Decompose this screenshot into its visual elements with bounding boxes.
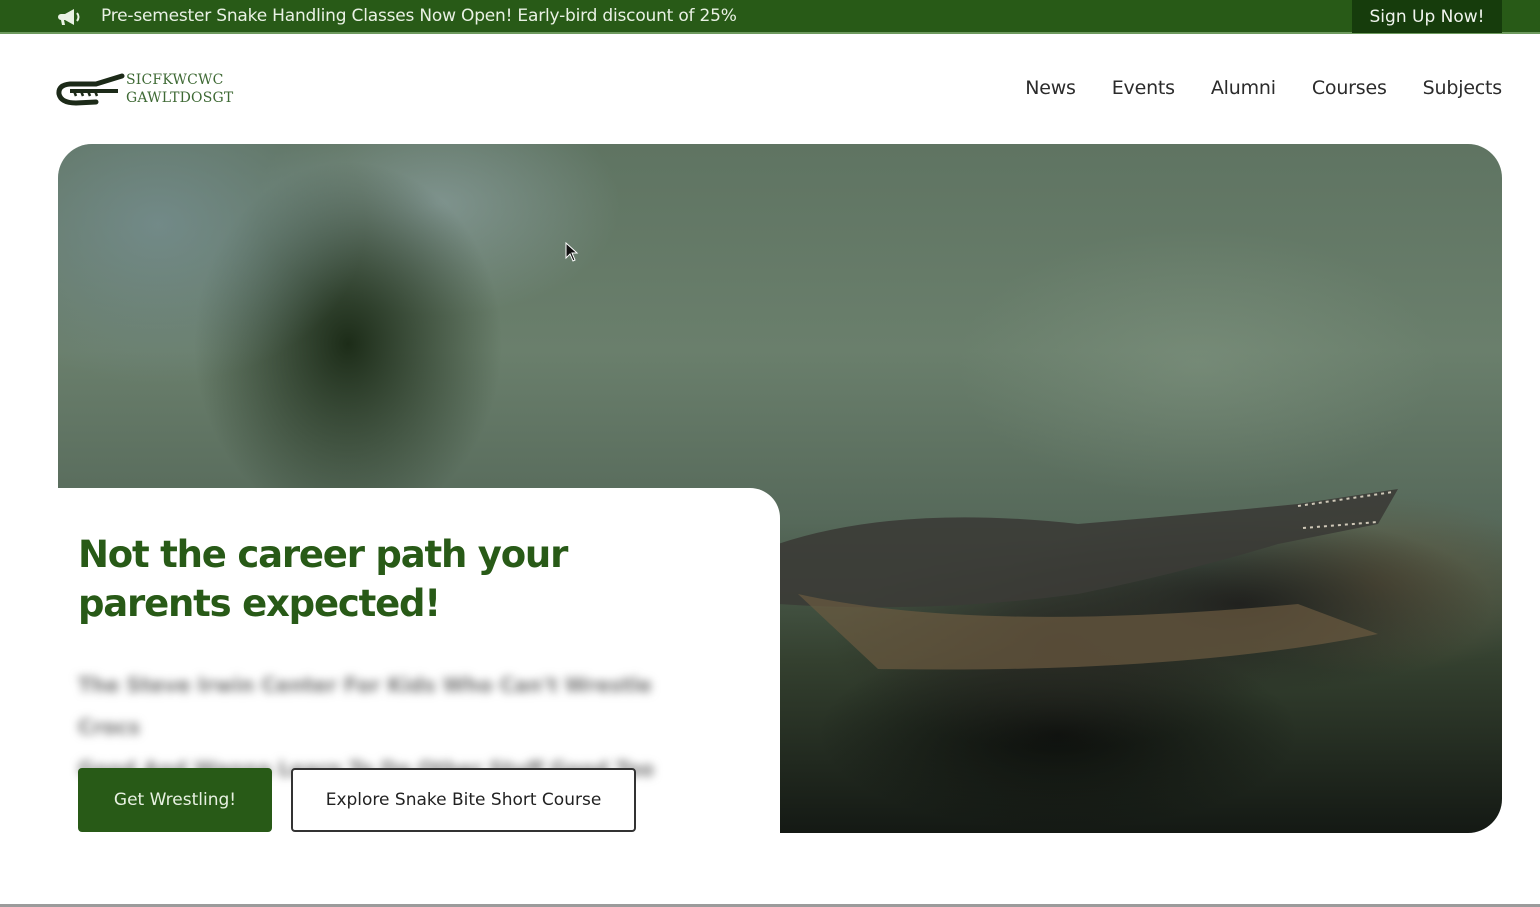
nav-alumni[interactable]: Alumni [1211, 77, 1276, 99]
logo-text-line2: GAWLTDOSGT [126, 90, 234, 106]
get-wrestling-button[interactable]: Get Wrestling! [78, 768, 272, 832]
nav-courses[interactable]: Courses [1312, 77, 1387, 99]
sign-up-button[interactable]: Sign Up Now! [1352, 0, 1502, 33]
hero-sky [58, 144, 518, 484]
mouse-cursor-icon [565, 242, 579, 262]
nav-events[interactable]: Events [1112, 77, 1175, 99]
crocodile-image [778, 489, 1398, 670]
announcement-text: Pre-semester Snake Handling Classes Now … [101, 6, 737, 26]
megaphone-icon [58, 9, 80, 25]
headline-line1: Not the career path your [78, 533, 568, 576]
announcement-bar: Pre-semester Snake Handling Classes Now … [0, 0, 1540, 34]
nav-subjects[interactable]: Subjects [1423, 77, 1503, 99]
hero-headline: Not the career path your parents expecte… [78, 530, 718, 628]
main-nav: News Events Alumni Courses Subjects [1025, 77, 1502, 99]
explore-course-button[interactable]: Explore Snake Bite Short Course [291, 768, 636, 832]
headline-line2: parents expected! [78, 582, 441, 625]
crocodile-logo-icon [56, 73, 125, 106]
hero-foliage [918, 204, 1478, 524]
nav-news[interactable]: News [1025, 77, 1076, 99]
site-logo[interactable]: SICFKWCWC GAWLTDOSGT [56, 70, 236, 110]
subtitle-line1: The Steve Irwin Center For Kids Who Can'… [78, 673, 652, 739]
logo-text-line1: SICFKWCWC [126, 72, 224, 88]
